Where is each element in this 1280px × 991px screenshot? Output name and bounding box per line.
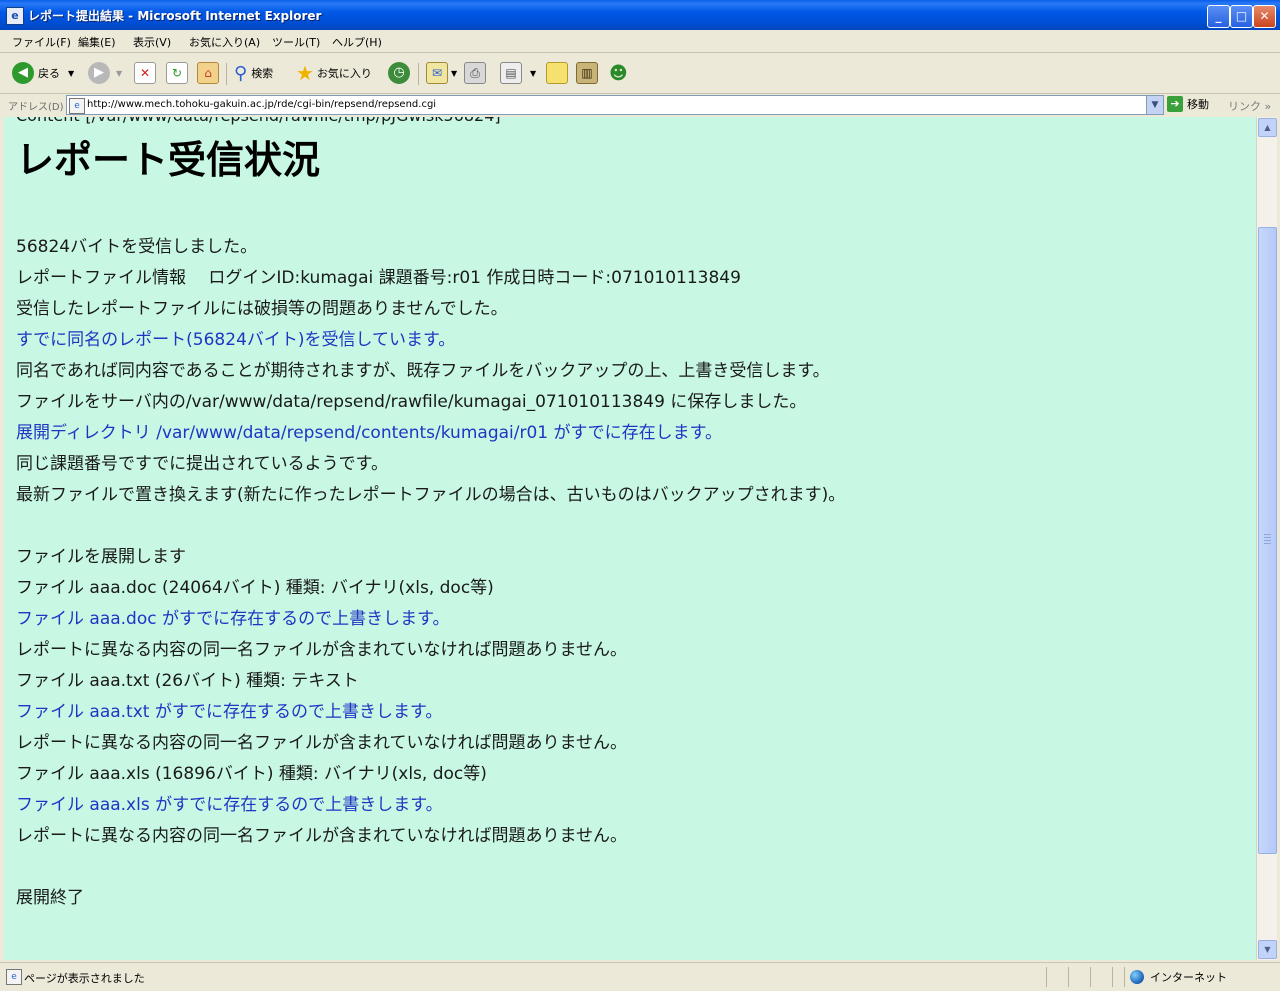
address-dropdown-icon[interactable]: ▼ [1146,96,1163,114]
research-button[interactable]: ▥ [576,61,598,85]
scroll-up-icon[interactable]: ▲ [1258,118,1277,137]
printer-icon: ⎙ [464,62,486,84]
menu-edit[interactable]: 編集(E) [78,34,116,50]
page-content: Content-[/var/www/data/repsend/rawfile/t… [4,117,1256,960]
star-icon: ★ [296,61,314,85]
scroll-thumb[interactable] [1258,227,1277,854]
messenger-icon: ☻ [609,62,628,84]
zone-label: インターネット [1150,971,1227,984]
print-button[interactable]: ⎙ [464,61,486,85]
maximize-button[interactable]: □ [1230,5,1253,28]
address-url[interactable]: http://www.mech.tohoku-gakuin.ac.jp/rde/… [87,99,436,110]
vertical-scrollbar[interactable]: ▲ ▼ [1256,117,1277,960]
message-link-line[interactable]: ファイル aaa.doc がすでに存在するので上書きします。 [16,604,449,629]
go-label: 移動 [1187,98,1209,111]
go-arrow-icon: ➔ [1167,96,1183,112]
toolbar-separator [226,63,227,85]
address-input[interactable]: e http://www.mech.tohoku-gakuin.ac.jp/rd… [66,95,1164,115]
search-label: 検索 [251,67,274,80]
page-heading: レポート受信状況 [16,138,321,182]
refresh-icon: ↻ [166,62,188,84]
message-line: ファイル aaa.txt (26バイト) 種類: テキスト [16,671,359,691]
menu-file[interactable]: ファイル(F) [12,34,71,50]
security-zone: インターネット [1130,969,1227,985]
message-line: 56824バイトを受信しました。 [16,237,258,257]
home-button[interactable]: ⌂ [197,61,219,85]
message-line: レポートに異なる内容の同一名ファイルが含まれていなければ問題ありません。 [16,640,627,660]
message-line: 最新ファイルで置き換えます(新たに作ったレポートファイルの場合は、古いものはバッ… [16,485,846,505]
address-bar: アドレス(D) e http://www.mech.tohoku-gakuin.… [0,94,1280,116]
message-line: 受信したレポートファイルには破損等の問題ありませんでした。 [16,299,508,319]
globe-icon [1130,970,1144,984]
partial-top-line: Content-[/var/www/data/repsend/rawfile/t… [16,117,501,125]
status-bar: e ページが表示されました インターネット [0,962,1280,991]
back-button[interactable]: ◀ 戻る ▼ [12,61,74,85]
window-title: レポート提出結果 - Microsoft Internet Explorer [28,9,322,23]
ie-page-icon: e [6,7,24,25]
back-arrow-icon: ◀ [12,62,34,84]
message-line: ファイルを展開します [16,547,186,567]
message-line: レポートに異なる内容の同一名ファイルが含まれていなければ問題ありません。 [16,733,627,753]
chevron-down-icon: ▼ [116,68,123,78]
title-bar: e レポート提出結果 - Microsoft Internet Explorer… [0,0,1280,30]
message-line: レポートファイル情報 ログインID:kumagai 課題番号:r01 作成日時コ… [16,268,741,288]
search-button[interactable]: ⚲ 検索 [234,61,273,85]
menu-bar: ファイル(F) 編集(E) 表示(V) お気に入り(A) ツール(T) ヘルプ(… [0,30,1280,81]
search-icon: ⚲ [234,62,248,84]
forward-arrow-icon: ▶ [88,62,110,84]
favorites-label: お気に入り [316,67,372,80]
favorites-button[interactable]: ★ お気に入り [296,61,372,85]
stop-icon: ✕ [134,62,156,84]
toolbar-separator [418,63,419,85]
menu-favorites[interactable]: お気に入り(A) [189,34,260,50]
page-icon: e [69,98,85,114]
home-icon: ⌂ [197,62,219,84]
mail-button[interactable]: ✉ ▼ [426,61,457,85]
message-line: ファイル aaa.doc (24064バイト) 種類: バイナリ(xls, do… [16,578,494,598]
back-label: 戻る [38,67,60,80]
message-line: ファイルをサーバ内の/var/www/data/repsend/rawfile/… [16,392,807,412]
mail-icon: ✉ [426,62,448,84]
messenger-button[interactable]: ☻ [609,61,628,85]
go-button[interactable]: ➔ 移動 [1167,96,1209,112]
refresh-button[interactable]: ↻ [166,61,188,85]
edit-page-icon: ▤ [500,62,522,84]
message-link-line[interactable]: 展開ディレクトリ /var/www/data/repsend/contents/… [16,418,722,443]
menu-tools[interactable]: ツール(T) [272,34,320,50]
toolbar: ◀ 戻る ▼ ▶ ▼ ✕ ↻ ⌂ ⚲ 検索 ★ お気に入り ◷ ✉ ▼ ⎙ ▤ … [0,53,1280,94]
stop-button[interactable]: ✕ [134,61,156,85]
message-line: ファイル aaa.xls (16896バイト) 種類: バイナリ(xls, do… [16,764,487,784]
message-line: レポートに異なる内容の同一名ファイルが含まれていなければ問題ありません。 [16,826,627,846]
history-button[interactable]: ◷ [388,61,410,85]
message-line: 同じ課題番号ですでに提出されているようです。 [16,454,388,474]
close-button[interactable]: ✕ [1253,5,1276,28]
chevron-down-icon: ▼ [68,68,75,78]
status-text: ページが表示されました [24,972,145,985]
chevron-down-icon: ▼ [530,68,537,78]
discuss-button[interactable] [546,61,568,85]
links-label[interactable]: リンク » [1228,98,1271,114]
note-icon [546,62,568,84]
chevron-down-icon: ▼ [451,68,458,78]
browser-window: e レポート提出結果 - Microsoft Internet Explorer… [0,0,1280,991]
scroll-down-icon[interactable]: ▼ [1258,940,1277,959]
page-done-icon: e [6,969,22,985]
message-link-line[interactable]: すでに同名のレポート(56824バイト)を受信しています。 [16,325,455,350]
menu-help[interactable]: ヘルプ(H) [332,34,382,50]
menu-view[interactable]: 表示(V) [133,34,171,50]
message-line: 同名であれば同内容であることが期待されますが、既存ファイルをバックアップの上、上… [16,361,830,381]
address-label: アドレス(D) [8,102,64,113]
message-link-line[interactable]: ファイル aaa.txt がすでに存在するので上書きします。 [16,697,442,722]
message-line: 展開終了 [16,888,84,908]
research-icon: ▥ [576,62,598,84]
forward-button[interactable]: ▶ ▼ [88,61,122,85]
minimize-button[interactable]: _ [1207,5,1230,28]
history-icon: ◷ [388,62,410,84]
message-link-line[interactable]: ファイル aaa.xls がすでに存在するので上書きします。 [16,790,443,815]
edit-button[interactable]: ▤ ▼ [500,61,536,85]
